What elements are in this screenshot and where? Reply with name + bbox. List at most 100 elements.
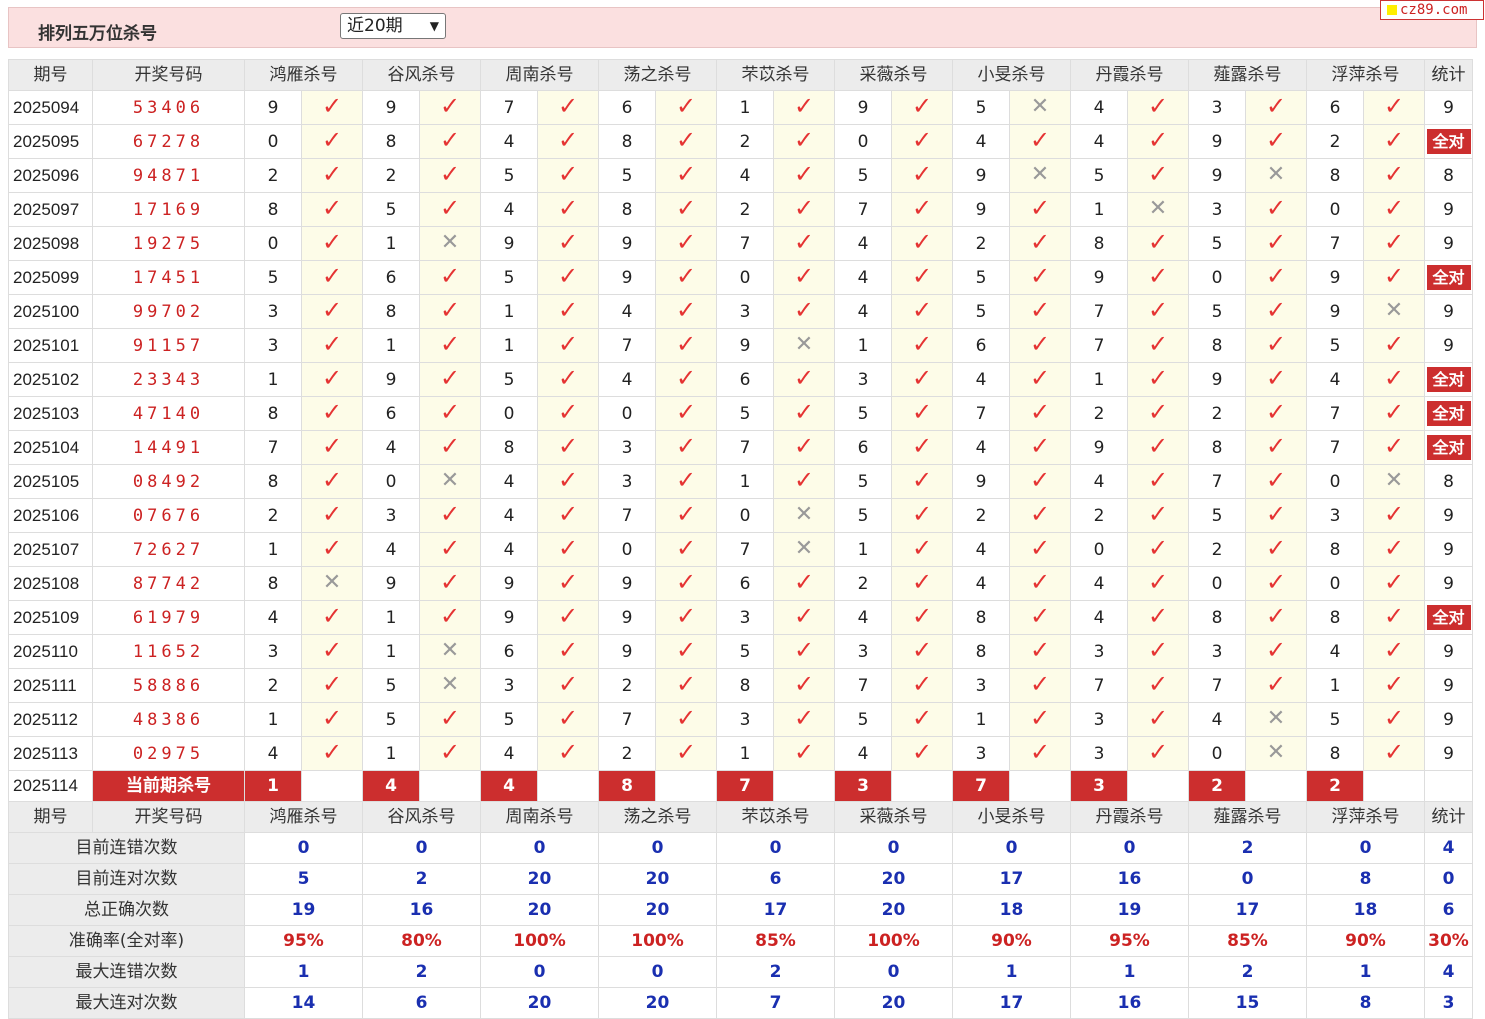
stat-label: 准确率(全对率) [8,925,245,957]
check-icon: ✓ [911,738,933,766]
kill-number: 4 [362,430,420,465]
stat-label: 目前连错次数 [8,832,245,864]
stat-value: 90% [1306,925,1425,957]
kill-number: 8 [1188,328,1246,363]
kill-number: 5 [1188,294,1246,329]
result-cell: ✓ [1363,328,1425,363]
draw-number: 17451 [92,260,245,295]
kill-number: 9 [598,600,656,635]
kill-number: 6 [362,260,420,295]
row-stat: 9 [1424,328,1473,363]
result-cell: ✓ [1009,702,1071,737]
check-icon: ✓ [911,636,933,664]
check-icon: ✓ [439,500,461,528]
check-icon: ✓ [557,568,579,596]
check-icon: ✓ [557,704,579,732]
check-icon: ✓ [1265,262,1287,290]
result-cell: ✓ [773,566,835,601]
result-cell: ✓ [301,600,363,635]
check-icon: ✓ [911,330,933,358]
result-cell: ✕ [1245,736,1307,771]
result-cell: ✕ [773,328,835,363]
kill-number: 6 [834,430,892,465]
kill-number: 5 [480,362,538,397]
check-icon: ✓ [911,534,933,562]
row-stat: 全对 [1424,430,1473,465]
result-cell: ✓ [419,430,481,465]
check-icon: ✓ [911,194,933,222]
kill-number: 5 [952,294,1010,329]
result-cell: ✓ [1009,362,1071,397]
check-icon: ✓ [557,364,579,392]
kill-number: 8 [1306,532,1364,567]
result-cell: ✓ [1363,226,1425,261]
check-icon: ✓ [793,160,815,188]
col-header-expert: 丹霞杀号 [1070,801,1189,833]
stat-value: 1 [1070,956,1189,988]
check-icon: ✓ [675,296,697,324]
check-icon: ✓ [675,534,697,562]
check-icon: ✓ [1147,262,1169,290]
kill-number: 7 [1306,430,1364,465]
correct-count: 9 [1443,505,1454,526]
col-header-expert: 周南杀号 [480,801,599,833]
check-icon: ✓ [1265,534,1287,562]
kill-number: 3 [834,362,892,397]
stat-value: 95% [244,925,363,957]
stat-value: 0 [480,832,599,864]
row-stat: 9 [1424,192,1473,227]
result-cell: ✓ [419,362,481,397]
correct-count: 9 [1443,709,1454,730]
col-header-expert: 谷风杀号 [362,801,481,833]
result-cell: ✓ [1245,600,1307,635]
result-cell: ✓ [1363,124,1425,159]
stat-value: 6 [716,863,835,895]
table-row: 2025107 72627 1 ✓ 4 ✓ 4 ✓ 0 ✓ 7 ✕ 1 ✓ 4 ✓ 0 ✓ 2 ✓ 8 ✓ 9 [8,532,1473,567]
period-select[interactable]: 近20期 ▼ [340,13,446,39]
correct-count: 9 [1443,97,1454,118]
stat-value: 15 [1188,987,1307,1019]
stat-total: 4 [1424,832,1473,864]
check-icon: ✓ [1147,602,1169,630]
issue-number: 2025094 [8,90,93,125]
issue-number: 2025110 [8,634,93,669]
kill-number: 9 [1188,158,1246,193]
result-cell: ✓ [301,294,363,329]
check-icon: ✓ [321,296,343,324]
kill-number-table: 期号 开奖号码 鸿雁杀号 谷风杀号 周南杀号 荡之杀号 芣苡杀号 采薇杀号 小旻杀号 丹霞杀号 薤露… [8,59,1473,1019]
result-cell: ✕ [1009,90,1071,125]
draw-number: 47140 [92,396,245,431]
result-cell: ✓ [301,702,363,737]
kill-number: 1 [244,362,302,397]
kill-number: 9 [952,464,1010,499]
result-cell: ✓ [1009,430,1071,465]
result-cell: ✓ [655,430,717,465]
row-stat: 8 [1424,464,1473,499]
col-header-expert: 薤露杀号 [1188,59,1307,91]
check-icon: ✓ [793,704,815,732]
check-icon: ✓ [557,262,579,290]
kill-number: 2 [598,668,656,703]
result-cell: ✓ [1363,532,1425,567]
col-header-stat: 统计 [1424,59,1473,91]
result-cell: ✕ [419,464,481,499]
result-cell: ✓ [537,90,599,125]
kill-number: 8 [244,566,302,601]
current-empty-cell [301,770,363,802]
check-icon: ✓ [675,92,697,120]
result-cell: ✕ [1127,192,1189,227]
stat-value: 90% [952,925,1071,957]
stat-total: 0 [1424,863,1473,895]
result-cell: ✓ [891,396,953,431]
row-stat: 9 [1424,702,1473,737]
kill-number: 3 [1306,498,1364,533]
result-cell: ✓ [301,328,363,363]
correct-count: 9 [1443,233,1454,254]
stat-value: 16 [1070,987,1189,1019]
cross-icon: ✕ [794,502,814,527]
stat-value: 95% [1070,925,1189,957]
result-cell: ✓ [419,566,481,601]
result-cell: ✓ [773,294,835,329]
kill-number: 7 [480,90,538,125]
stat-label: 目前连对次数 [8,863,245,895]
